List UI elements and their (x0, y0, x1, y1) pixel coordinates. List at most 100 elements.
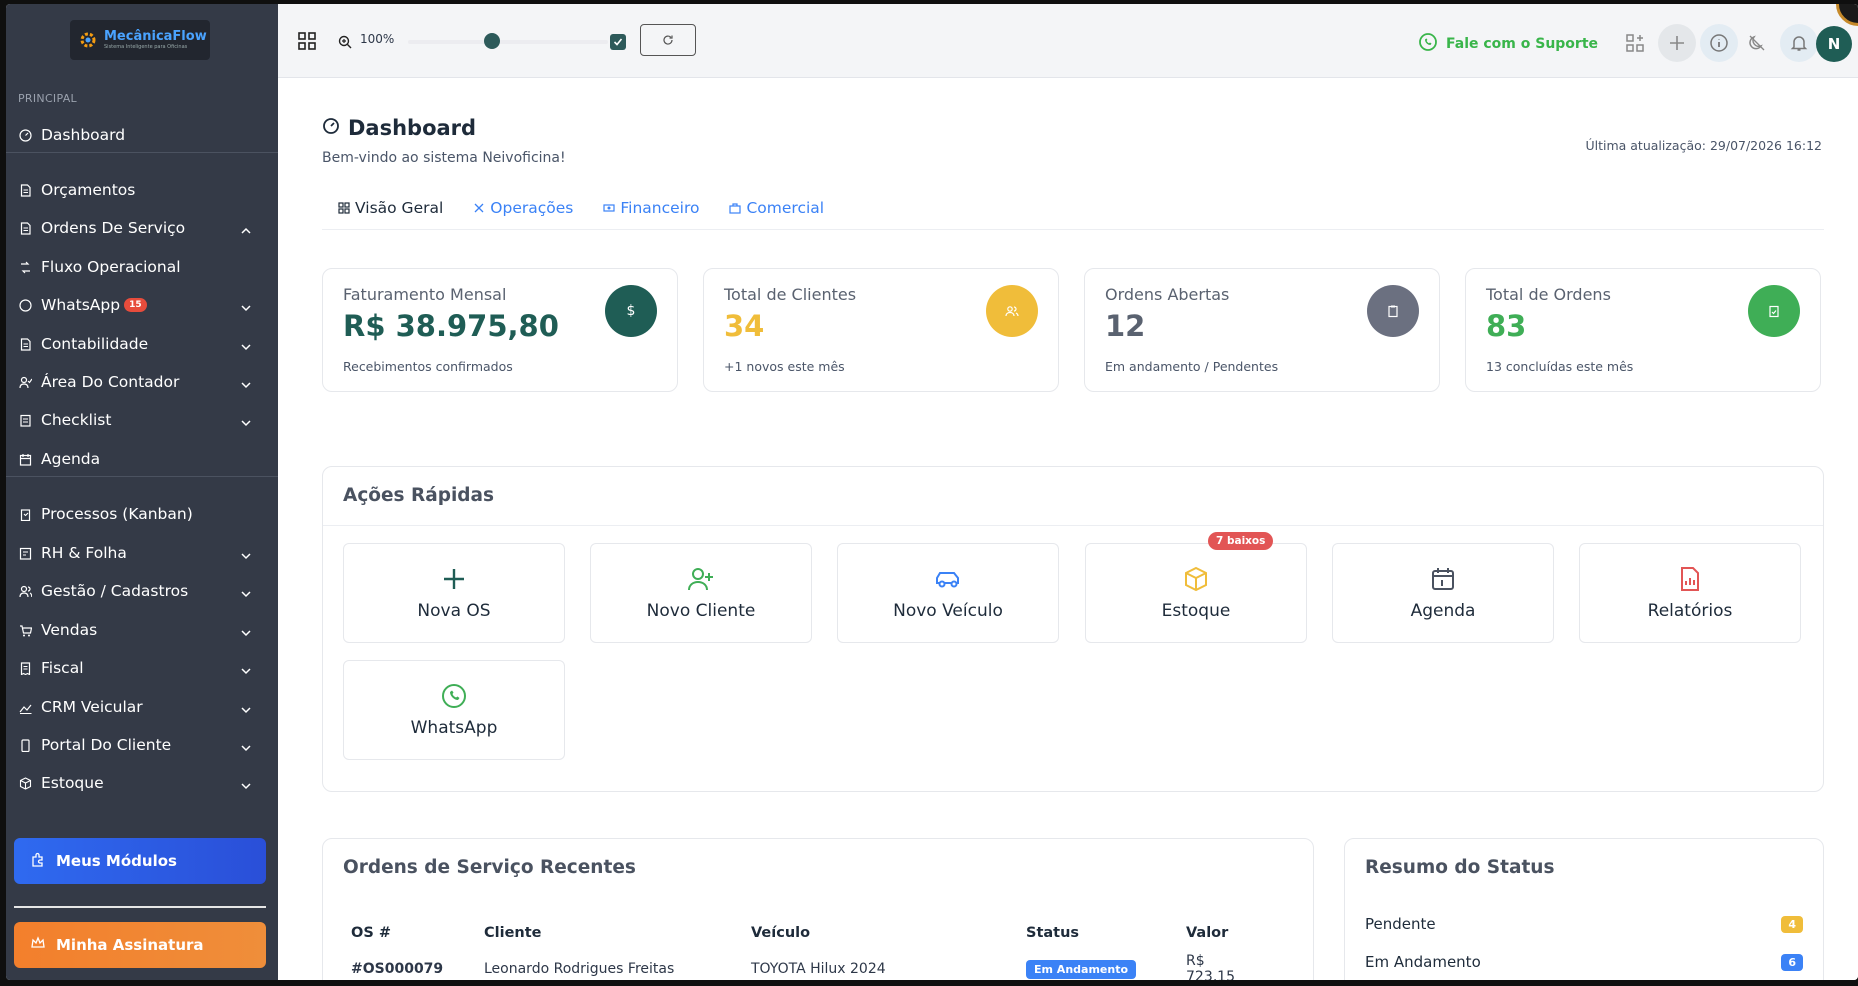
sidebar-item-dashboard[interactable]: Dashboard (18, 120, 266, 150)
sidebar-item-vendas[interactable]: Vendas (18, 615, 266, 645)
stat-card-ordens-abertas: Ordens Abertas 12 Em andamento / Pendent… (1084, 268, 1440, 392)
clipboard-icon (1367, 285, 1419, 337)
quick-action-agenda[interactable]: Agenda (1332, 543, 1554, 643)
recent-orders-title: Ordens de Serviço Recentes (343, 857, 636, 878)
sidebar-item-processos-kanban[interactable]: Processos (Kanban) (18, 499, 266, 529)
sidebar-item-orçamentos[interactable]: Orçamentos (18, 175, 266, 205)
stat-value: 34 (724, 309, 765, 343)
sidebar-item-ordens-de-serviço[interactable]: Ordens De Serviço (18, 213, 266, 243)
info-icon[interactable] (1700, 24, 1738, 62)
quick-actions-title: Ações Rápidas (343, 485, 495, 506)
calendar-icon (18, 452, 32, 466)
chevron-down-icon[interactable] (240, 740, 252, 752)
stat-label: Ordens Abertas (1105, 285, 1230, 304)
sidebar-item-rh-folha[interactable]: RH & Folha (18, 538, 266, 568)
sidebar-item-crm-veicular[interactable]: CRM Veicular (18, 692, 266, 722)
sidebar-item-gestão-cadastros[interactable]: Gestão / Cadastros (18, 576, 266, 606)
gauge-icon (18, 128, 32, 142)
sidebar-item-whatsapp[interactable]: WhatsApp 15 (18, 290, 266, 320)
plus-icon (444, 569, 464, 589)
tab-operacoes[interactable]: Operações (473, 199, 573, 217)
last-update: Última atualização: 29/07/2026 16:12 (1585, 138, 1822, 153)
briefcase-icon (729, 202, 742, 214)
status-count-badge: 4 (1781, 915, 1803, 933)
sidebar-item-agenda[interactable]: Agenda (18, 444, 266, 474)
tab-financeiro[interactable]: Financeiro (603, 199, 699, 217)
page-title-text: Dashboard (348, 116, 477, 140)
add-icon[interactable] (1658, 24, 1696, 62)
stat-label: Faturamento Mensal (343, 285, 507, 304)
quick-action-label: Agenda (1410, 601, 1476, 621)
stat-foot: Recebimentos confirmados (343, 359, 513, 374)
quick-action-novo-veiculo[interactable]: Novo Veículo (837, 543, 1059, 643)
column-header: Valor (1186, 925, 1229, 941)
quick-action-nova-os[interactable]: Nova OS (343, 543, 565, 643)
tab-comercial[interactable]: Comercial (729, 199, 824, 217)
sidebar-divider (6, 476, 278, 477)
bell-icon[interactable] (1780, 24, 1818, 62)
tab-visao-geral[interactable]: Visão Geral (338, 199, 443, 217)
chevron-down-icon[interactable] (240, 339, 252, 351)
chevron-down-icon[interactable] (240, 702, 252, 714)
table-row[interactable]: #OS000079 Leonardo Rodrigues Freitas TOY… (343, 947, 1263, 980)
zoom-slider[interactable] (408, 40, 608, 44)
sidebar-item-área-do-contador[interactable]: Área Do Contador (18, 367, 266, 397)
dark-mode-icon[interactable] (1738, 24, 1776, 62)
stat-foot: +1 novos este mês (724, 359, 845, 374)
apps-icon[interactable] (1616, 24, 1654, 62)
tab-label: Visão Geral (355, 198, 444, 217)
avatar[interactable]: N (1816, 26, 1852, 62)
chevron-down-icon[interactable] (240, 625, 252, 637)
quick-action-whatsapp[interactable]: WhatsApp (343, 660, 565, 760)
sidebar-item-portal-do-cliente[interactable]: Portal Do Cliente (18, 730, 266, 760)
low-stock-badge: 7 baixos (1208, 532, 1274, 550)
sidebar-item-label: Fiscal (41, 659, 84, 677)
chevron-down-icon[interactable] (240, 663, 252, 675)
quick-action-label: Novo Cliente (646, 601, 756, 621)
sidebar-item-label: WhatsApp (41, 296, 121, 314)
refresh-button[interactable] (640, 24, 696, 56)
chevron-up-icon[interactable] (240, 223, 252, 235)
stat-value: R$ 38.975,80 (343, 309, 559, 343)
my-modules-label: Meus Módulos (56, 852, 177, 870)
clipboard-icon (18, 507, 32, 521)
puzzle-icon (30, 851, 46, 871)
quick-action-estoque[interactable]: 7 baixos Estoque (1085, 532, 1307, 643)
chevron-down-icon[interactable] (240, 586, 252, 598)
sidebar-item-estoque[interactable]: Estoque (18, 768, 266, 798)
box-icon (18, 776, 32, 790)
stat-foot: Em andamento / Pendentes (1105, 359, 1279, 374)
user-check-icon (18, 375, 32, 389)
my-modules-button[interactable]: Meus Módulos (14, 838, 266, 884)
chevron-down-icon[interactable] (240, 415, 252, 427)
grid-view-icon[interactable] (298, 32, 316, 50)
tab-label: Operações (490, 198, 574, 217)
toggle-checkbox[interactable] (610, 34, 626, 50)
page-subtitle: Bem-vindo ao sistema Neivoficina! (322, 150, 566, 166)
sidebar-item-contabilidade[interactable]: Contabilidade (18, 329, 266, 359)
chevron-down-icon[interactable] (240, 548, 252, 560)
checklist-icon (18, 413, 32, 427)
chevron-down-icon[interactable] (240, 300, 252, 312)
my-subscription-label: Minha Assinatura (56, 936, 204, 954)
sidebar-item-checklist[interactable]: Checklist (18, 405, 266, 435)
app-window: MecânicaFlow Sistema Inteligente para Of… (6, 4, 1858, 980)
sidebar-item-fluxo-operacional[interactable]: Fluxo Operacional (18, 252, 266, 282)
quick-action-novo-cliente[interactable]: Novo Cliente (590, 543, 812, 643)
status-row-pendente: Pendente 4 (1365, 915, 1803, 933)
sidebar-item-fiscal[interactable]: Fiscal (18, 653, 266, 683)
stat-card-clientes: Total de Clientes 34 +1 novos este mês (703, 268, 1059, 392)
document-icon (18, 337, 32, 351)
document-icon (18, 221, 32, 235)
whatsapp-icon (442, 684, 466, 708)
my-subscription-button[interactable]: Minha Assinatura (14, 922, 266, 968)
zoom-value: 100% (360, 32, 395, 46)
chevron-down-icon[interactable] (240, 377, 252, 389)
os-number[interactable]: #OS000079 (343, 947, 476, 980)
chevron-down-icon[interactable] (240, 778, 252, 790)
quick-action-relatorios[interactable]: Relatórios (1579, 543, 1801, 643)
app-logo[interactable]: MecânicaFlow Sistema Inteligente para Of… (70, 20, 210, 60)
tab-label: Comercial (746, 198, 825, 217)
zoom-slider-handle[interactable] (484, 33, 500, 49)
support-link[interactable]: Fale com o Suporte (1418, 32, 1598, 56)
